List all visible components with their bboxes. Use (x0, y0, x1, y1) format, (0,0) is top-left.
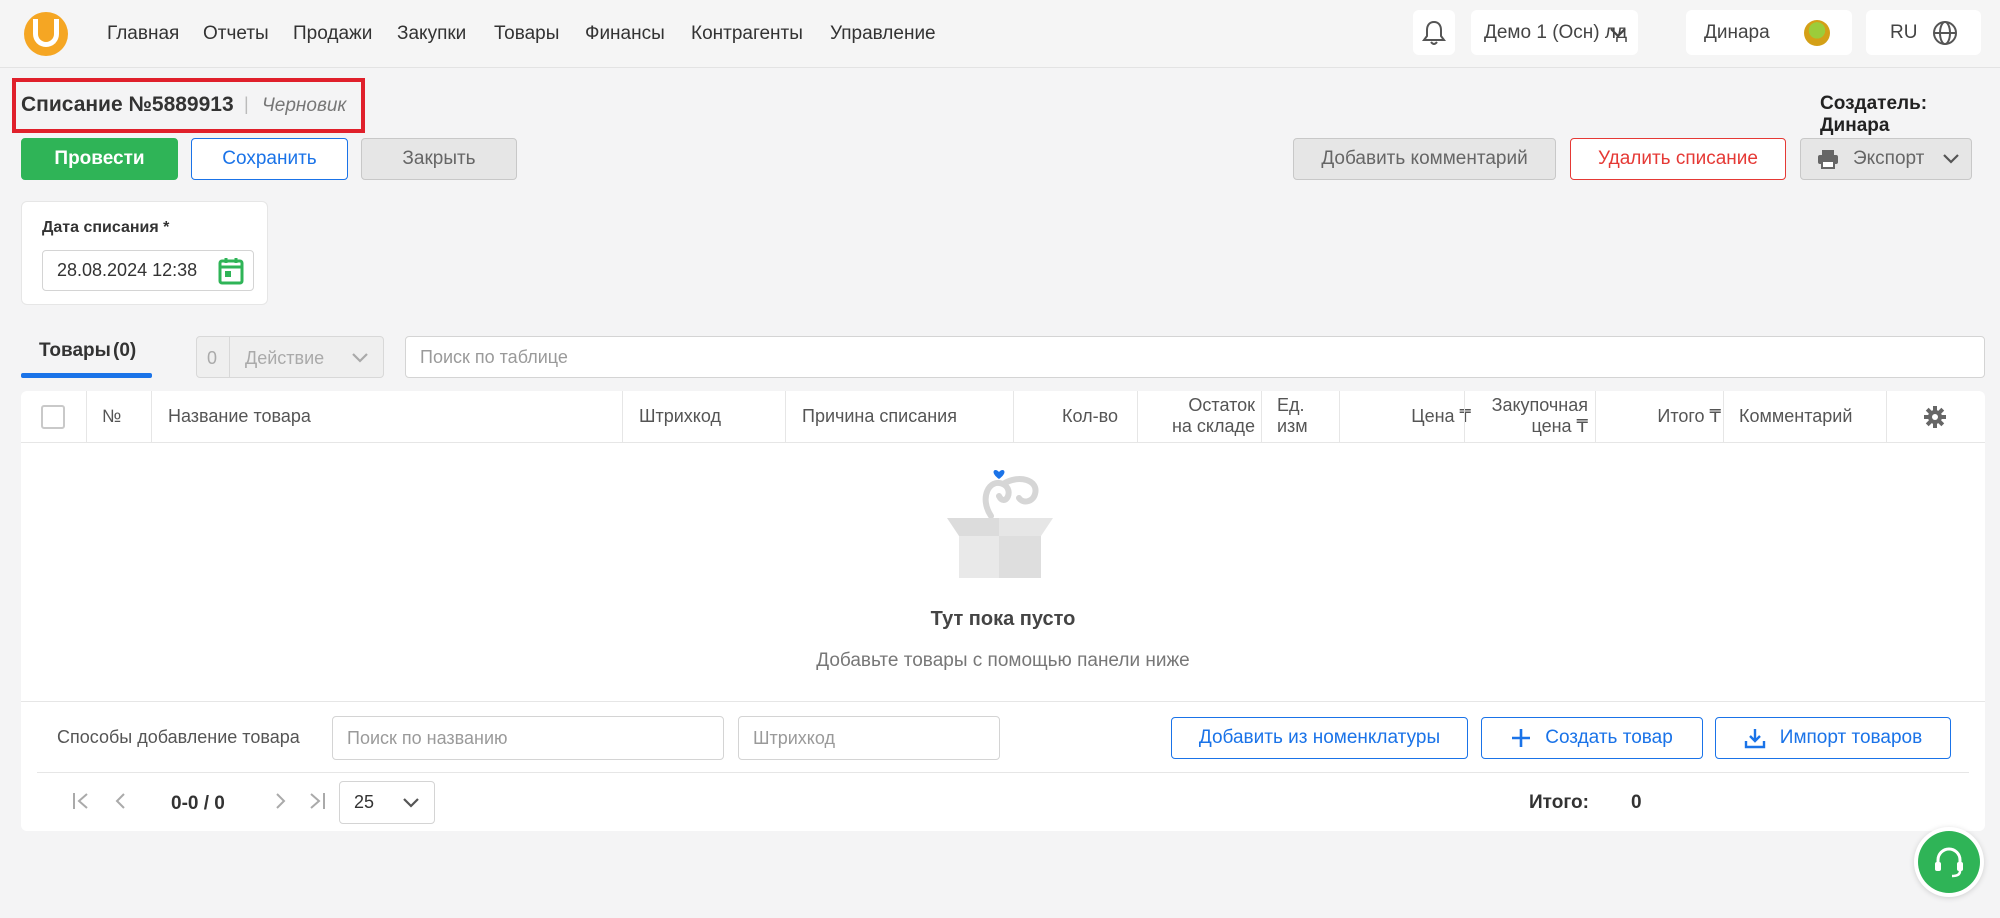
globe-icon (1933, 21, 1957, 45)
col-comment: Комментарий (1739, 406, 1853, 426)
table-search-placeholder: Поиск по таблице (420, 346, 568, 367)
user-name: Динара (1704, 22, 1770, 43)
download-icon (1744, 729, 1765, 749)
save-button[interactable]: Сохранить (191, 138, 348, 180)
bulk-action-select[interactable]: 0 Действие (196, 336, 384, 378)
language-code: RU (1890, 22, 1918, 43)
col-barcode[interactable]: Штрихкод (639, 406, 721, 427)
col-price[interactable]: Цена ₸ (1365, 406, 1471, 427)
export-button[interactable]: Экспорт (1800, 138, 1972, 180)
barcode-input[interactable]: Штрихкод (738, 716, 1000, 760)
close-button[interactable]: Закрыть (361, 138, 517, 180)
empty-box-icon (947, 469, 1053, 578)
post-button[interactable]: Провести (21, 138, 178, 180)
add-from-catalog-button[interactable]: Добавить из номенклатуры (1171, 717, 1468, 759)
tab-goods[interactable]: Товары (0) (21, 336, 152, 378)
nav-counterparties[interactable]: Контрагенты (691, 23, 803, 45)
add-comment-button[interactable]: Добавить комментарий (1293, 138, 1556, 180)
nav-finance[interactable]: Финансы (585, 23, 665, 45)
empty-state-subtitle: Добавьте товары с помощью панели ниже (816, 650, 1190, 671)
page-size-select[interactable]: 25 (339, 781, 435, 824)
page-size-value: 25 (354, 792, 375, 812)
col-purchase-line2[interactable]: цена ₸ (1476, 416, 1588, 437)
col-number: № (102, 406, 122, 426)
add-methods-label: Способы добавление товара (57, 727, 300, 747)
nav-home[interactable]: Главная (107, 23, 179, 45)
nav-goods[interactable]: Товары (494, 23, 559, 45)
col-total[interactable]: Итого ₸ (1601, 406, 1721, 427)
company-select[interactable]: Демо 1 (Осн) лд (1471, 10, 1638, 55)
chevron-down-icon (352, 353, 368, 363)
chevron-down-icon (1943, 154, 1960, 164)
nav-management[interactable]: Управление (830, 23, 936, 45)
import-products-button[interactable]: Импорт товаров (1715, 717, 1951, 759)
tab-goods-label: Товары (39, 340, 111, 361)
title-divider: | (244, 94, 249, 114)
headset-icon (1935, 847, 1963, 878)
app-logo[interactable] (24, 12, 68, 56)
search-by-name-placeholder: Поиск по названию (347, 727, 508, 748)
tab-goods-count: (0) (113, 340, 137, 361)
col-reason[interactable]: Причина списания (802, 406, 957, 427)
nav-sales[interactable]: Продажи (293, 23, 372, 45)
tab-active-indicator (21, 373, 152, 378)
plus-icon (1512, 729, 1531, 747)
first-page-icon[interactable] (71, 791, 91, 811)
chevron-down-icon (403, 798, 419, 808)
col-purchase-line1: Закупочная (1491, 395, 1588, 415)
create-product-label: Создать товар (1545, 727, 1673, 748)
col-name[interactable]: Название товара (168, 406, 311, 427)
language-select[interactable]: RU (1866, 10, 1981, 55)
date-card: Дата списания * 28.08.2024 12:38 (21, 201, 268, 305)
company-name: Демо 1 (Осн) лд (1484, 22, 1628, 43)
import-products-label: Импорт товаров (1779, 727, 1923, 748)
page-title: Списание №5889913 (21, 93, 234, 116)
calendar-icon[interactable] (218, 257, 244, 285)
creator-label: Создатель: Динара (1820, 93, 1928, 136)
col-stock-line2: на складе (1171, 416, 1255, 436)
top-navbar: Главная Отчеты Продажи Закупки Товары Фи… (0, 0, 2000, 68)
chevron-down-icon (1610, 28, 1626, 38)
col-unit-line2: изм (1277, 416, 1308, 436)
table-search-input[interactable]: Поиск по таблице (405, 336, 1985, 378)
create-product-button[interactable]: Создать товар (1481, 717, 1703, 759)
delete-writeoff-button[interactable]: Удалить списание (1570, 138, 1786, 180)
date-label: Дата списания * (42, 219, 170, 236)
status-badge: Черновик (262, 95, 347, 116)
barcode-placeholder: Штрихкод (753, 727, 836, 748)
printer-icon (1818, 150, 1838, 169)
col-quantity[interactable]: Кол-во (1062, 406, 1118, 427)
date-value: 28.08.2024 12:38 (57, 260, 198, 280)
support-chat-button[interactable] (1914, 827, 1984, 897)
empty-state-title: Тут пока пусто (930, 608, 1076, 630)
prev-page-icon[interactable] (111, 791, 131, 811)
selected-count: 0 (207, 348, 218, 368)
avatar (1804, 20, 1830, 46)
goods-table: № Название товара Штрихкод Причина списа… (21, 391, 1985, 831)
total-label: Итого: (1529, 792, 1589, 813)
total-value: 0 (1631, 792, 1642, 813)
export-label: Экспорт (1853, 148, 1925, 169)
table-header: № Название товара Штрихкод Причина списа… (21, 391, 1985, 443)
search-by-name-input[interactable]: Поиск по названию (332, 716, 724, 760)
nav-purchases[interactable]: Закупки (397, 23, 466, 45)
nav-reports[interactable]: Отчеты (203, 23, 269, 45)
notifications-button[interactable] (1413, 10, 1455, 55)
user-menu[interactable]: Динара (1686, 10, 1852, 55)
bell-icon (1422, 20, 1446, 45)
action-label: Действие (245, 348, 325, 368)
col-unit-line1: Ед. (1277, 395, 1305, 415)
gear-icon[interactable] (1923, 405, 1947, 429)
next-page-icon[interactable] (270, 791, 290, 811)
last-page-icon[interactable] (307, 791, 327, 811)
page-range: 0-0 / 0 (171, 793, 225, 814)
select-all-checkbox[interactable] (41, 405, 65, 429)
col-stock-line1: Остаток (1188, 395, 1255, 415)
